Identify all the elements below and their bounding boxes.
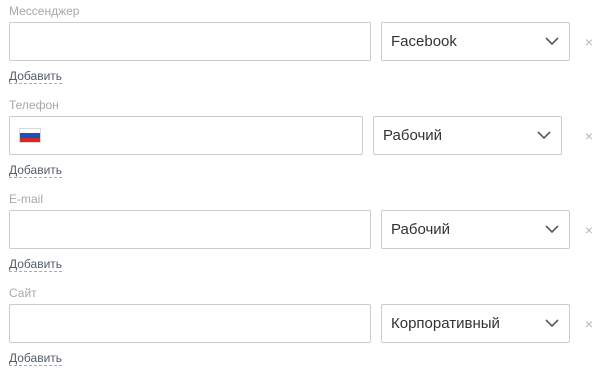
site-input[interactable] [10, 305, 370, 342]
chevron-down-icon [545, 319, 559, 328]
messenger-type-value: Facebook [391, 33, 457, 50]
phone-type-value: Рабочий [383, 127, 443, 144]
site-add-link[interactable]: Добавить [9, 351, 63, 366]
phone-field[interactable] [9, 116, 363, 155]
site-field[interactable] [9, 304, 371, 343]
phone-remove-icon[interactable]: × [583, 129, 595, 143]
chevron-down-icon [545, 225, 559, 234]
site-label: Сайт [9, 286, 37, 300]
messenger-add-link[interactable]: Добавить [9, 69, 63, 84]
phone-type-select[interactable]: Рабочий [373, 116, 562, 155]
russia-flag-icon[interactable] [19, 128, 41, 143]
chevron-down-icon [537, 131, 551, 140]
phone-label: Телефон [9, 98, 59, 112]
site-type-select[interactable]: Корпоративный [381, 304, 570, 343]
email-field[interactable] [9, 210, 371, 249]
phone-input[interactable] [10, 117, 362, 154]
email-add-link[interactable]: Добавить [9, 257, 63, 272]
email-type-value: Рабочий [391, 221, 451, 238]
email-remove-icon[interactable]: × [583, 223, 595, 237]
messenger-remove-icon[interactable]: × [583, 35, 595, 49]
site-remove-icon[interactable]: × [583, 317, 595, 331]
messenger-field[interactable] [9, 22, 371, 61]
email-label: E-mail [9, 192, 44, 206]
messenger-type-select[interactable]: Facebook [381, 22, 570, 61]
email-input[interactable] [10, 211, 370, 248]
site-type-value: Корпоративный [391, 315, 500, 332]
chevron-down-icon [545, 37, 559, 46]
email-type-select[interactable]: Рабочий [381, 210, 570, 249]
phone-add-link[interactable]: Добавить [9, 163, 63, 178]
messenger-input[interactable] [10, 23, 370, 60]
messenger-label: Мессенджер [9, 4, 80, 18]
